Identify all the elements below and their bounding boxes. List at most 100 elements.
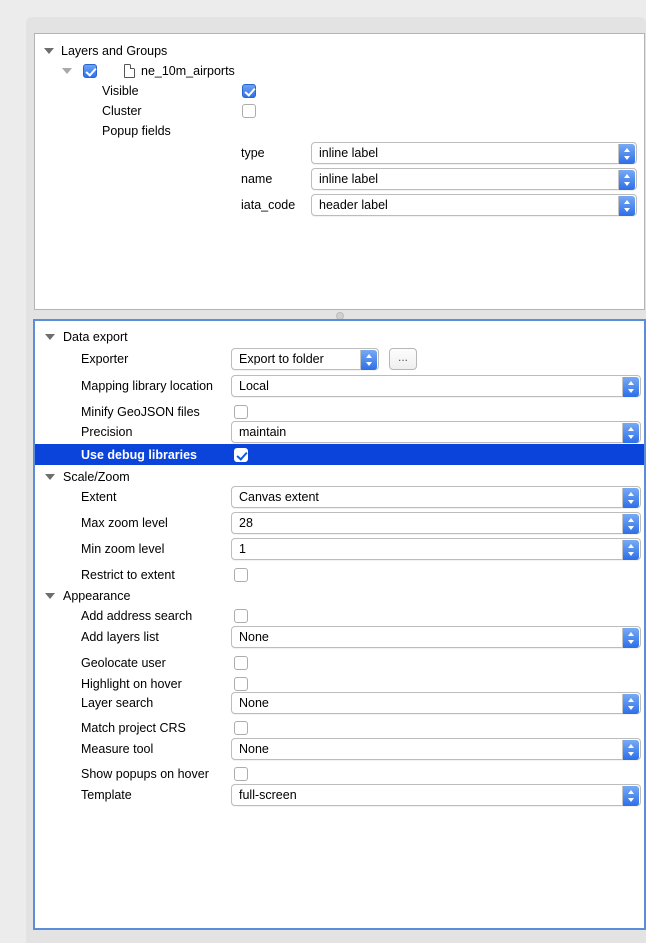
chevron-updown-icon[interactable] [622,422,639,443]
option-label: Highlight on hover [81,676,182,691]
option-row-exporter[interactable]: Exporter Export to folder ... [35,347,644,370]
chevron-updown-icon[interactable] [622,487,639,508]
exporter-combo[interactable]: Export to folder [231,347,379,370]
popup-field-name: type [241,145,265,160]
option-row-show-popups-on-hover[interactable]: Show popups on hover [35,763,644,784]
option-row-add-layers-list[interactable]: Add layers list None [35,625,644,648]
option-label: Restrict to extent [81,567,175,582]
min-zoom-level-combo[interactable]: 1 [231,537,641,560]
chevron-updown-icon[interactable] [618,169,635,190]
section-row-scale-zoom[interactable]: Scale/Zoom [35,466,644,487]
add-layers-list-combo[interactable]: None [231,625,641,648]
panel-splitter[interactable] [34,310,645,320]
geolocate-user-checkbox[interactable] [234,655,248,670]
disclosure-triangle-icon[interactable] [45,473,55,480]
chevron-updown-icon[interactable] [360,349,377,370]
disclosure-triangle-icon[interactable] [62,67,72,74]
document-icon [124,63,135,78]
option-row-use-debug-libraries[interactable]: Use debug libraries [35,444,644,465]
option-row-min-zoom-level[interactable]: Min zoom level 1 [35,537,644,560]
disclosure-triangle-icon[interactable] [44,47,54,54]
combo-value: None [239,630,269,643]
show-popups-on-hover-checkbox[interactable] [234,766,248,781]
option-row-highlight-on-hover[interactable]: Highlight on hover [35,673,644,694]
section-row-data-export[interactable]: Data export [35,326,644,347]
option-label: Geolocate user [81,655,166,670]
section-title: Appearance [63,588,131,603]
option-label: Precision [81,424,133,439]
combo-value: full-screen [239,788,297,801]
section-row-appearance[interactable]: Appearance [35,585,644,606]
property-row-cluster[interactable]: Cluster [35,100,644,121]
combo-value: Canvas extent [239,490,319,503]
restrict-to-extent-checkbox[interactable] [234,567,248,582]
chevron-updown-icon[interactable] [618,195,635,216]
chevron-updown-icon[interactable] [622,693,639,714]
option-row-template[interactable]: Template full-screen [35,783,644,806]
option-row-minify-geojson-files[interactable]: Minify GeoJSON files [35,401,644,422]
group-label: Layers and Groups [61,43,168,58]
chevron-updown-icon[interactable] [622,785,639,806]
extent-combo[interactable]: Canvas extent [231,485,641,508]
option-label: Match project CRS [81,720,186,735]
popup-field-row-iata-code[interactable]: iata_code header label [35,193,644,216]
exporter-browse-button[interactable]: ... [389,347,417,370]
option-row-mapping-library-location[interactable]: Mapping library location Local [35,374,644,397]
precision-combo[interactable]: maintain [231,420,641,443]
disclosure-triangle-icon[interactable] [45,592,55,599]
use-debug-libraries-checkbox[interactable] [234,447,248,462]
chevron-updown-icon[interactable] [622,627,639,648]
option-row-add-address-search[interactable]: Add address search [35,605,644,626]
popup-field-row-name[interactable]: name inline label [35,167,644,190]
template-combo[interactable]: full-screen [231,783,641,806]
option-label: Add layers list [81,629,159,644]
option-label: Add address search [81,608,193,623]
option-label: Max zoom level [81,515,168,530]
combo-value: 1 [239,542,246,555]
chevron-updown-icon[interactable] [622,539,639,560]
popup-field-iata-code-combo[interactable]: header label [311,193,637,216]
chevron-updown-icon[interactable] [622,376,639,397]
option-row-match-project-crs[interactable]: Match project CRS [35,717,644,738]
option-label: Extent [81,489,117,504]
popup-field-row-type[interactable]: type inline label [35,141,644,164]
layer-row[interactable]: ne_10m_airports [35,60,644,81]
cluster-checkbox[interactable] [242,103,256,118]
minify-geojson-checkbox[interactable] [234,404,248,419]
measure-tool-combo[interactable]: None [231,737,641,760]
chevron-updown-icon[interactable] [622,513,639,534]
combo-value: header label [319,198,388,211]
property-row-popup-fields[interactable]: Popup fields [35,120,644,141]
option-row-geolocate-user[interactable]: Geolocate user [35,652,644,673]
property-label: Popup fields [102,123,171,138]
property-label: Visible [102,83,139,98]
match-project-crs-checkbox[interactable] [234,720,248,735]
option-label: Min zoom level [81,541,165,556]
popup-field-name-combo[interactable]: inline label [311,167,637,190]
layer-visible-checkbox[interactable] [83,63,97,78]
option-label: Layer search [81,695,154,710]
combo-value: None [239,742,269,755]
option-row-extent[interactable]: Extent Canvas extent [35,485,644,508]
group-row-layers-and-groups[interactable]: Layers and Groups [35,40,644,61]
option-row-precision[interactable]: Precision maintain [35,420,644,443]
option-row-layer-search[interactable]: Layer search None [35,691,644,714]
option-row-max-zoom-level[interactable]: Max zoom level 28 [35,511,644,534]
max-zoom-level-combo[interactable]: 28 [231,511,641,534]
chevron-updown-icon[interactable] [622,739,639,760]
option-label: Mapping library location [81,378,214,393]
visible-checkbox[interactable] [242,83,256,98]
property-row-visible[interactable]: Visible [35,80,644,101]
option-label: Template [81,787,132,802]
popup-field-type-combo[interactable]: inline label [311,141,637,164]
chevron-updown-icon[interactable] [618,143,635,164]
highlight-on-hover-checkbox[interactable] [234,676,248,691]
mapping-library-location-combo[interactable]: Local [231,374,641,397]
option-row-measure-tool[interactable]: Measure tool None [35,737,644,760]
layer-search-combo[interactable]: None [231,691,641,714]
option-row-restrict-to-extent[interactable]: Restrict to extent [35,564,644,585]
disclosure-triangle-icon[interactable] [45,333,55,340]
popup-field-name: name [241,171,273,186]
dialog-window: Layers and Groups ne_10m_airports Visibl… [0,0,646,943]
add-address-search-checkbox[interactable] [234,608,248,623]
